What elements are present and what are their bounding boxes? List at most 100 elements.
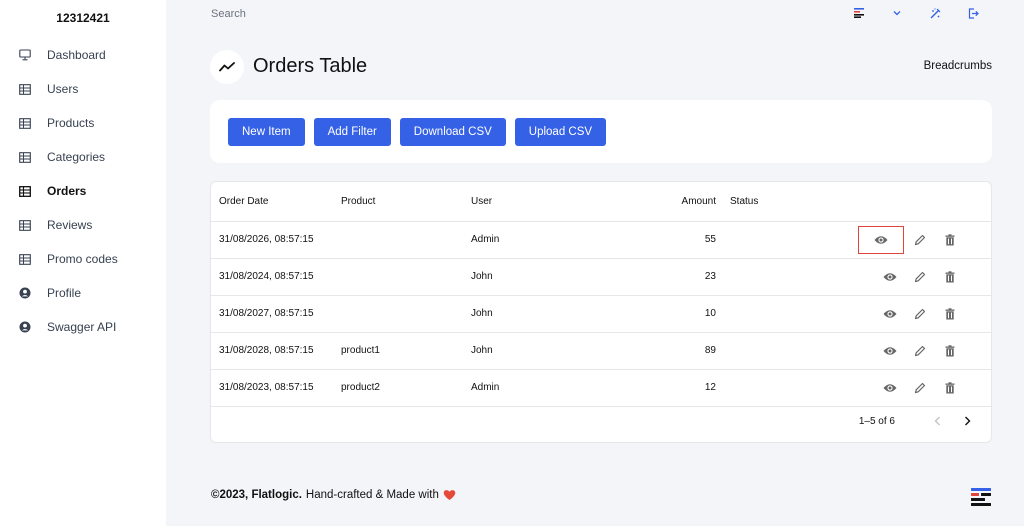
page-header: Orders Table Breadcrumbs <box>210 48 992 86</box>
pagination-info: 1–5 of 6 <box>858 415 895 427</box>
table-icon <box>19 151 31 163</box>
cell-actions <box>844 369 991 407</box>
chart-line-icon <box>210 50 244 84</box>
cell-order-date: 31/08/2024, 08:57:15 <box>211 258 341 296</box>
table-icon <box>19 219 31 231</box>
table-row: 31/08/2028, 08:57:15 product1 John 89 <box>211 332 991 370</box>
table-icon <box>19 83 31 95</box>
cell-user: John <box>471 332 621 370</box>
view-icon[interactable] <box>877 302 903 326</box>
edit-icon[interactable] <box>907 376 933 400</box>
sidebar-item-dashboard[interactable]: Dashboard <box>0 38 166 72</box>
cell-amount: 89 <box>621 332 724 370</box>
delete-icon[interactable] <box>937 265 963 289</box>
chevron-left-icon[interactable] <box>925 412 949 430</box>
upload-csv-button[interactable]: Upload CSV <box>514 118 607 146</box>
chevron-right-icon[interactable] <box>955 412 979 430</box>
cell-product <box>341 221 471 259</box>
delete-icon[interactable] <box>937 376 963 400</box>
sidebar-nav: Dashboard Users Products Categories Orde… <box>0 38 166 344</box>
cell-status <box>724 258 844 296</box>
sidebar-item-label: Profile <box>47 286 82 300</box>
cell-order-date: 31/08/2026, 08:57:15 <box>211 221 341 259</box>
sidebar-item-label: Promo codes <box>47 252 118 266</box>
download-csv-button[interactable]: Download CSV <box>399 118 506 146</box>
cell-user: Admin <box>471 369 621 407</box>
sidebar-item-label: Products <box>47 116 95 130</box>
delete-icon[interactable] <box>937 228 963 252</box>
flatlogic-logo-icon[interactable] <box>971 488 991 511</box>
view-icon[interactable] <box>877 339 903 363</box>
cell-order-date: 31/08/2027, 08:57:15 <box>211 295 341 333</box>
page-title: Orders Table <box>253 55 368 77</box>
view-icon[interactable] <box>877 265 903 289</box>
table-row: 31/08/2027, 08:57:15 John 10 <box>211 295 991 333</box>
sidebar-item-promo-codes[interactable]: Promo codes <box>0 242 166 276</box>
brand-name[interactable]: 12312421 <box>0 0 166 36</box>
cell-actions <box>844 221 991 259</box>
cell-amount: 23 <box>621 258 724 296</box>
heart-icon <box>443 489 456 501</box>
cell-amount: 55 <box>621 221 724 259</box>
column-header-status[interactable]: Status <box>724 182 844 222</box>
table-row: 31/08/2023, 08:57:15 product2 Admin 12 <box>211 369 991 407</box>
chevron-down-icon[interactable] <box>878 5 916 21</box>
edit-icon[interactable] <box>907 302 933 326</box>
table-icon <box>19 117 31 129</box>
logout-icon[interactable] <box>954 5 992 21</box>
orders-table: Order Date Product User Amount Status 31… <box>211 182 991 407</box>
topbar-icons <box>840 5 992 21</box>
cell-user: Admin <box>471 221 621 259</box>
delete-icon[interactable] <box>937 302 963 326</box>
breadcrumb[interactable]: Breadcrumbs <box>924 60 992 72</box>
cell-actions <box>844 258 991 296</box>
view-icon[interactable] <box>877 376 903 400</box>
theme-toggle-icon[interactable] <box>916 5 954 21</box>
table-icon <box>19 185 31 197</box>
cell-status <box>724 221 844 259</box>
cell-actions <box>844 332 991 370</box>
sidebar-item-label: Orders <box>47 184 87 198</box>
column-header-actions <box>844 182 991 222</box>
footer: ©2023, Flatlogic. Hand-crafted & Made wi… <box>211 489 456 501</box>
view-icon[interactable] <box>858 225 904 254</box>
user-circle-icon <box>19 287 31 299</box>
cell-status <box>724 295 844 333</box>
new-item-button[interactable]: New Item <box>228 118 305 146</box>
footer-text: Hand-crafted & Made with <box>305 489 439 501</box>
sidebar-item-label: Swagger API <box>47 320 117 334</box>
sidebar-item-users[interactable]: Users <box>0 72 166 106</box>
column-header-order-date[interactable]: Order Date <box>211 182 341 222</box>
toolbar: New Item Add Filter Download CSV Upload … <box>210 100 992 163</box>
topbar <box>166 0 1024 28</box>
sidebar-item-label: Categories <box>47 150 106 164</box>
sidebar-item-products[interactable]: Products <box>0 106 166 140</box>
sidebar-item-profile[interactable]: Profile <box>0 276 166 310</box>
monitor-icon <box>19 49 31 61</box>
footer-brand[interactable]: ©2023, Flatlogic. <box>211 489 302 501</box>
search-input[interactable] <box>211 6 411 22</box>
sidebar-item-orders[interactable]: Orders <box>0 174 166 208</box>
delete-icon[interactable] <box>937 339 963 363</box>
edit-icon[interactable] <box>907 339 933 363</box>
edit-icon[interactable] <box>907 265 933 289</box>
column-header-user[interactable]: User <box>471 182 621 222</box>
user-circle-icon <box>19 321 31 333</box>
table-row: 31/08/2024, 08:57:15 John 23 <box>211 258 991 296</box>
table-row: 31/08/2026, 08:57:15 Admin 55 <box>211 221 991 259</box>
edit-icon[interactable] <box>907 228 933 252</box>
add-filter-button[interactable]: Add Filter <box>313 118 391 146</box>
column-header-product[interactable]: Product <box>341 182 471 222</box>
column-header-amount[interactable]: Amount <box>621 182 724 222</box>
orders-table-card: Order Date Product User Amount Status 31… <box>210 181 992 443</box>
sidebar-item-label: Reviews <box>47 218 93 232</box>
sidebar-item-reviews[interactable]: Reviews <box>0 208 166 242</box>
sidebar-item-label: Dashboard <box>47 48 106 62</box>
menu-lines-icon[interactable] <box>840 5 878 21</box>
cell-product <box>341 258 471 296</box>
cell-user: John <box>471 258 621 296</box>
cell-product <box>341 295 471 333</box>
pagination: 1–5 of 6 <box>859 412 979 430</box>
sidebar-item-swagger-api[interactable]: Swagger API <box>0 310 166 344</box>
sidebar-item-categories[interactable]: Categories <box>0 140 166 174</box>
